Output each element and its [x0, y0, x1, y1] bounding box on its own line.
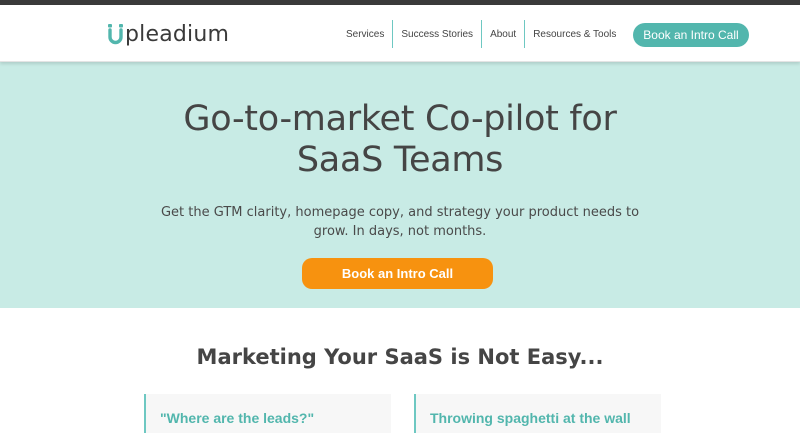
hero-title: Go-to-market Co-pilot for SaaS Teams [0, 99, 800, 181]
section-title: Marketing Your SaaS is Not Easy... [196, 345, 604, 369]
nav-item-resources-tools[interactable]: Resources & Tools [525, 20, 624, 48]
hero-title-line-1: Go-to-market Co-pilot for [183, 99, 617, 139]
nav-item-services[interactable]: Services [338, 20, 394, 48]
hero-book-intro-call-button[interactable]: Book an Intro Call [302, 258, 493, 289]
nav-item-about[interactable]: About [482, 20, 526, 48]
pain-point-card: Throwing spaghetti at the wall [414, 394, 661, 433]
hero-title-line-2: SaaS Teams [296, 140, 504, 180]
card-title: Throwing spaghetti at the wall [430, 410, 631, 426]
logo-text: pleadium [125, 21, 230, 47]
nav-item-success-stories[interactable]: Success Stories [393, 20, 483, 48]
hero-subtitle-line-1: Get the GTM clarity, homepage copy, and … [160, 205, 640, 220]
logo-u-icon [107, 22, 124, 46]
hero-subtitle: Get the GTM clarity, homepage copy, and … [150, 203, 650, 241]
hero-section: Go-to-market Co-pilot for SaaS Teams Get… [0, 62, 800, 308]
hero-subtitle-line-2: grow. In days, not months. [313, 224, 487, 239]
logo[interactable]: pleadium [107, 19, 229, 49]
site-header: pleadium Services Success Stories About … [0, 5, 800, 62]
card-title: "Where are the leads?" [160, 410, 315, 426]
main-nav: Services Success Stories About Resources… [338, 20, 624, 48]
header-book-intro-call-button[interactable]: Book an Intro Call [633, 23, 749, 47]
pain-point-card: "Where are the leads?" [144, 394, 391, 433]
